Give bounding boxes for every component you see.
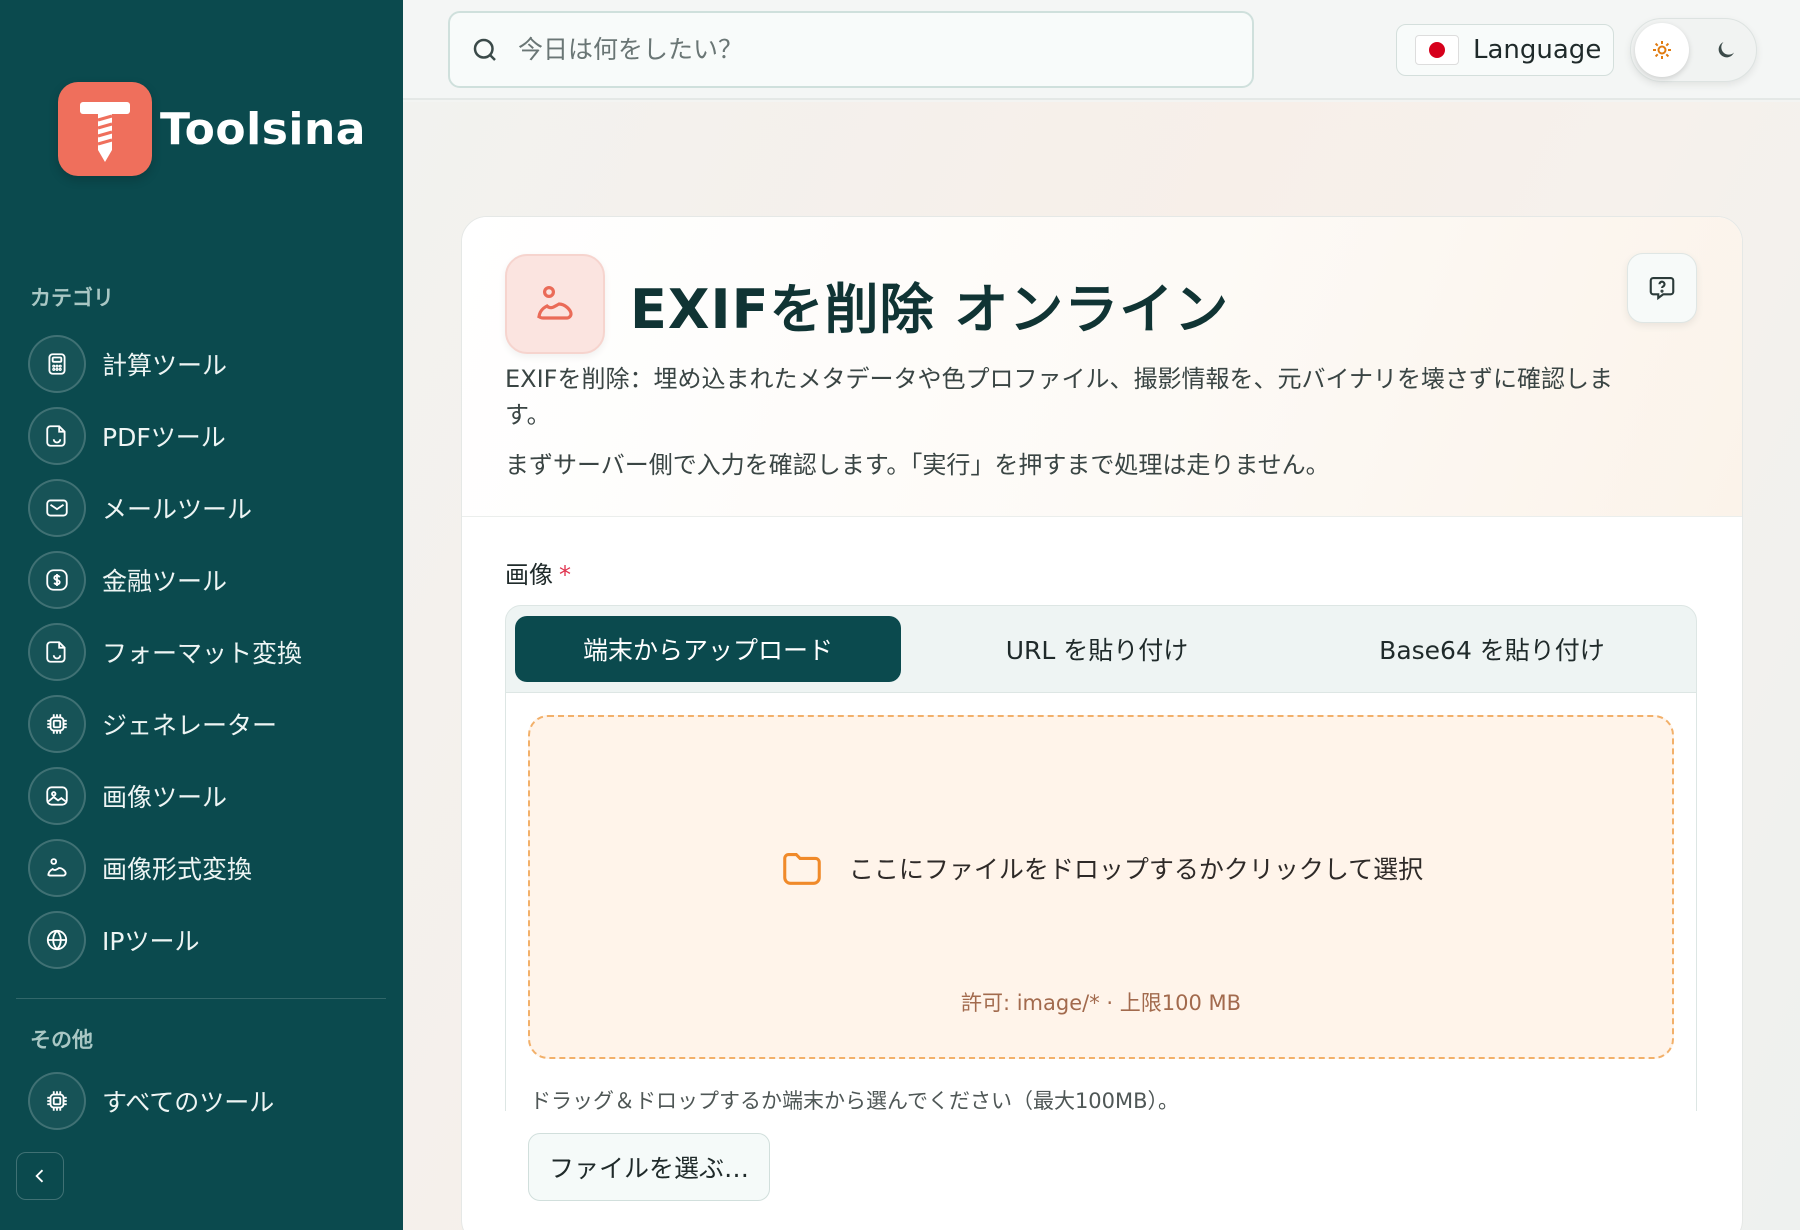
page-title: EXIFを削除 オンライン: [630, 278, 1230, 341]
globe-icon: [28, 911, 86, 969]
sidebar-item-mail[interactable]: メールツール: [28, 478, 368, 538]
image-field-label: 画像 *: [505, 555, 571, 590]
mail-icon: [28, 479, 86, 537]
other-heading: その他: [30, 1028, 93, 1052]
help-button[interactable]: [1627, 253, 1697, 323]
upload-note: ドラッグ＆ドロップするか端末から選んでください（最大100MB）。: [530, 1089, 1180, 1113]
sidebar-item-generator[interactable]: ジェネレーター: [28, 694, 368, 754]
choose-file-button[interactable]: ファイルを選ぶ…: [528, 1133, 770, 1201]
dropzone-hint: 許可: image/* · 上限100 MB: [960, 991, 1242, 1015]
file-dropzone[interactable]: ここにファイルをドロップするかクリックして選択 許可: image/* · 上限…: [528, 715, 1674, 1059]
tool-card: EXIFを削除 オンライン EXIFを削除：埋め込まれたメタデータや色プロファイ…: [461, 216, 1743, 1230]
language-label: Language: [1473, 35, 1602, 65]
dropzone-text: ここにファイルをドロップするかクリックして選択: [848, 855, 1424, 884]
field-label-text: 画像: [505, 561, 553, 589]
search-input[interactable]: [518, 35, 1218, 64]
search-icon: [473, 38, 496, 61]
sidebar-item-label: IPツール: [102, 927, 200, 956]
logo[interactable]: Toolsina: [58, 82, 366, 176]
sidebar-item-calculator[interactable]: 計算ツール: [28, 334, 368, 394]
sidebar-item-label: フォーマット変換: [102, 639, 303, 668]
calculator-icon: [28, 335, 86, 393]
categories-heading: カテゴリ: [30, 286, 114, 310]
image-convert-icon: [505, 254, 605, 354]
sidebar-item-label: 画像ツール: [102, 783, 228, 812]
japan-flag-icon: [1415, 35, 1459, 65]
sidebar-item-label: メールツール: [102, 495, 253, 524]
sidebar-item-label: PDFツール: [102, 423, 226, 452]
tab-base64[interactable]: Base64 を貼り付け: [1294, 616, 1690, 682]
sidebar-item-finance[interactable]: 金融ツール: [28, 550, 368, 610]
sidebar-item-pdf[interactable]: PDFツール: [28, 406, 368, 466]
sidebar-item-format[interactable]: フォーマット変換: [28, 622, 368, 682]
topbar: Language: [403, 0, 1800, 100]
input-source-tabs: 端末からアップロード URL を貼り付け Base64 を貼り付け: [505, 605, 1697, 693]
tab-upload[interactable]: 端末からアップロード: [515, 616, 901, 682]
sidebar-item-label: 画像形式変換: [102, 855, 253, 884]
sidebar-item-all-tools[interactable]: すべてのツール: [28, 1071, 368, 1131]
image-convert-icon: [28, 839, 86, 897]
folder-icon: [783, 853, 821, 885]
pdf-icon: [28, 407, 86, 465]
sidebar-item-label: すべてのツール: [102, 1088, 275, 1117]
sun-icon[interactable]: [1635, 23, 1689, 77]
dollar-icon: [28, 551, 86, 609]
logo-mark-icon: [58, 82, 152, 176]
tab-url[interactable]: URL を貼り付け: [904, 616, 1290, 682]
sidebar-item-label: 金融ツール: [102, 567, 228, 596]
theme-toggle[interactable]: [1630, 18, 1757, 82]
brand-name: Toolsina: [160, 103, 366, 155]
sidebar-item-label: ジェネレーター: [102, 711, 278, 740]
sidebar-collapse-button[interactable]: [16, 1152, 64, 1200]
tool-note: まずサーバー側で入力を確認します。「実行」を押すまで処理は走りません。: [505, 451, 1330, 479]
image-icon: [28, 767, 86, 825]
moon-icon[interactable]: [1711, 35, 1741, 65]
search-box[interactable]: [448, 11, 1254, 88]
chevron-left-icon: [35, 1169, 44, 1183]
sidebar-item-image[interactable]: 画像ツール: [28, 766, 368, 826]
sidebar-divider: [16, 998, 386, 999]
sidebar-item-image-convert[interactable]: 画像形式変換: [28, 838, 368, 898]
required-mark: *: [559, 561, 571, 589]
language-button[interactable]: Language: [1396, 24, 1614, 76]
sidebar: Toolsina カテゴリ 計算ツール PDFツール メールツール 金融ツール …: [0, 0, 403, 1230]
dropzone-content: ここにファイルをドロップするかクリックして選択: [530, 845, 1672, 891]
convert-icon: [28, 623, 86, 681]
sidebar-item-label: 計算ツール: [102, 351, 228, 380]
chip-icon: [28, 1072, 86, 1130]
sidebar-item-ip[interactable]: IPツール: [28, 910, 368, 970]
tool-description: EXIFを削除：埋め込まれたメタデータや色プロファイル、撮影情報を、元バイナリを…: [505, 365, 1614, 429]
help-chat-icon: [1649, 276, 1675, 301]
tool-header: EXIFを削除 オンライン EXIFを削除：埋め込まれたメタデータや色プロファイ…: [462, 217, 1742, 517]
chip-icon: [28, 695, 86, 753]
